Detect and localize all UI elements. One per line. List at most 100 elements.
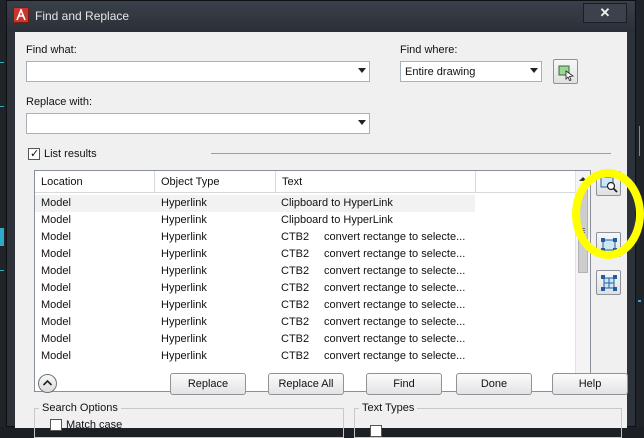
cell-location: Model [41, 299, 71, 311]
table-row[interactable]: Model Hyperlink CTB2 convert rectange to… [35, 348, 576, 365]
find-where-value: Entire drawing [405, 66, 476, 78]
cell-text-detail: convert rectange to selecte... [324, 248, 466, 260]
cell-location: Model [41, 248, 71, 260]
find-what-label: Find what: [26, 44, 77, 56]
checkmark-icon: ✓ [30, 148, 40, 160]
cell-location: Model [41, 282, 71, 294]
cell-object-type: Hyperlink [161, 214, 207, 226]
autocad-app-icon [13, 7, 29, 23]
cell-text-detail: convert rectange to selecte... [324, 299, 466, 311]
grip-line [581, 230, 585, 231]
window-title: Find and Replace [35, 9, 130, 23]
cell-text: CTB2 [281, 282, 310, 294]
find-replace-dialog: Find and Replace ✕ Find what: Replace wi… [6, 0, 644, 438]
zoom-to-selected-icon [600, 176, 618, 193]
cell-object-type: Hyperlink [161, 333, 207, 345]
cell-text: Clipboard to HyperLink [281, 197, 393, 209]
cell-text: CTB2 [281, 231, 310, 243]
column-header-location[interactable]: Location [35, 171, 155, 193]
close-button[interactable]: ✕ [583, 3, 627, 23]
grip-line [581, 228, 585, 229]
create-selection-set-button[interactable] [596, 232, 621, 257]
find-where-select[interactable]: Entire drawing [400, 61, 542, 82]
grip-line [581, 232, 585, 233]
create-selection-set-all-button[interactable] [596, 270, 621, 295]
table-row[interactable]: Model Hyperlink CTB2 convert rectange to… [35, 297, 576, 314]
chevron-up-icon [42, 379, 53, 386]
cell-object-type: Hyperlink [161, 231, 207, 243]
chevron-down-icon[interactable] [358, 120, 366, 125]
chevron-down-icon[interactable] [530, 68, 538, 73]
table-row[interactable]: Model Hyperlink CTB2 convert rectange to… [35, 331, 576, 348]
cell-text-detail: convert rectange to selecte... [324, 265, 466, 277]
done-button[interactable]: Done [456, 373, 532, 395]
column-header-text[interactable]: Text [276, 171, 476, 193]
cell-object-type: Hyperlink [161, 316, 207, 328]
find-what-combo[interactable] [26, 61, 370, 82]
column-header-object-type[interactable]: Object Type [155, 171, 276, 193]
more-options-button[interactable] [38, 374, 57, 393]
replace-with-label: Replace with: [26, 96, 93, 108]
background-line [638, 300, 641, 302]
cell-location: Model [41, 231, 71, 243]
cell-object-type: Hyperlink [161, 350, 207, 362]
search-options-title: Search Options [39, 402, 121, 414]
cell-text: CTB2 [281, 248, 310, 260]
search-options-group: Search Options Match case [34, 402, 344, 438]
background-line [639, 126, 640, 156]
cell-text-detail: convert rectange to selecte... [324, 282, 466, 294]
cell-text: CTB2 [281, 265, 310, 277]
cell-object-type: Hyperlink [161, 248, 207, 260]
dialog-body: Find what: Replace with: Find where: Ent… [15, 32, 644, 438]
background-line [0, 106, 4, 107]
table-row[interactable]: Model Hyperlink CTB2 convert rectange to… [35, 280, 576, 297]
cell-object-type: Hyperlink [161, 299, 207, 311]
text-types-title: Text Types [359, 402, 418, 414]
create-selection-set-icon [601, 238, 617, 252]
cell-text-detail: convert rectange to selecte... [324, 350, 466, 362]
cell-object-type: Hyperlink [161, 282, 207, 294]
text-types-group: Text Types [354, 402, 622, 438]
title-bar[interactable]: Find and Replace ✕ [7, 1, 635, 32]
cell-text-detail: convert rectange to selecte... [324, 316, 466, 328]
list-results-label: List results [44, 148, 97, 160]
scroll-thumb[interactable] [578, 189, 588, 273]
results-list[interactable]: Location Object Type Text Model Hyperlin… [34, 170, 591, 392]
match-case-checkbox[interactable] [50, 419, 62, 431]
list-results-checkbox[interactable]: ✓ [28, 148, 40, 160]
separator-line [211, 153, 611, 154]
select-objects-button[interactable] [553, 59, 578, 84]
table-row[interactable]: Model Hyperlink CTB2 convert rectange to… [35, 246, 576, 263]
cell-text: Clipboard to HyperLink [281, 214, 393, 226]
table-row[interactable]: Model Hyperlink CTB2 convert rectange to… [35, 229, 576, 246]
find-where-label: Find where: [400, 44, 458, 56]
scroll-up-icon[interactable] [579, 177, 587, 181]
find-button[interactable]: Find [366, 373, 442, 395]
help-button[interactable]: Help [552, 373, 628, 395]
cell-location: Model [41, 214, 71, 226]
cell-text-detail: convert rectange to selecte... [324, 333, 466, 345]
cell-object-type: Hyperlink [161, 265, 207, 277]
replace-button[interactable]: Replace [170, 373, 246, 395]
table-row[interactable]: Model Hyperlink CTB2 convert rectange to… [35, 314, 576, 331]
match-case-label: Match case [66, 419, 123, 431]
replace-with-combo[interactable] [26, 113, 370, 134]
replace-all-button[interactable]: Replace All [268, 373, 344, 395]
results-scrollbar[interactable] [575, 171, 590, 391]
cell-location: Model [41, 350, 71, 362]
cell-location: Model [41, 265, 71, 277]
chevron-down-icon[interactable] [358, 68, 366, 73]
create-selection-set-all-icon [601, 275, 617, 291]
cell-location: Model [41, 333, 71, 345]
cell-text: CTB2 [281, 316, 310, 328]
cell-location: Model [41, 316, 71, 328]
cell-object-type: Hyperlink [161, 197, 207, 209]
table-row[interactable]: Model Hyperlink CTB2 convert rectange to… [35, 263, 576, 280]
cell-text-detail: convert rectange to selecte... [324, 231, 466, 243]
table-row[interactable]: Model Hyperlink Clipboard to HyperLink [35, 195, 475, 212]
select-objects-icon [558, 65, 575, 81]
table-row[interactable]: Model Hyperlink Clipboard to HyperLink [35, 212, 576, 229]
results-header: Location Object Type Text [35, 171, 576, 193]
cell-text: CTB2 [281, 299, 310, 311]
zoom-to-selected-button[interactable] [596, 171, 621, 196]
